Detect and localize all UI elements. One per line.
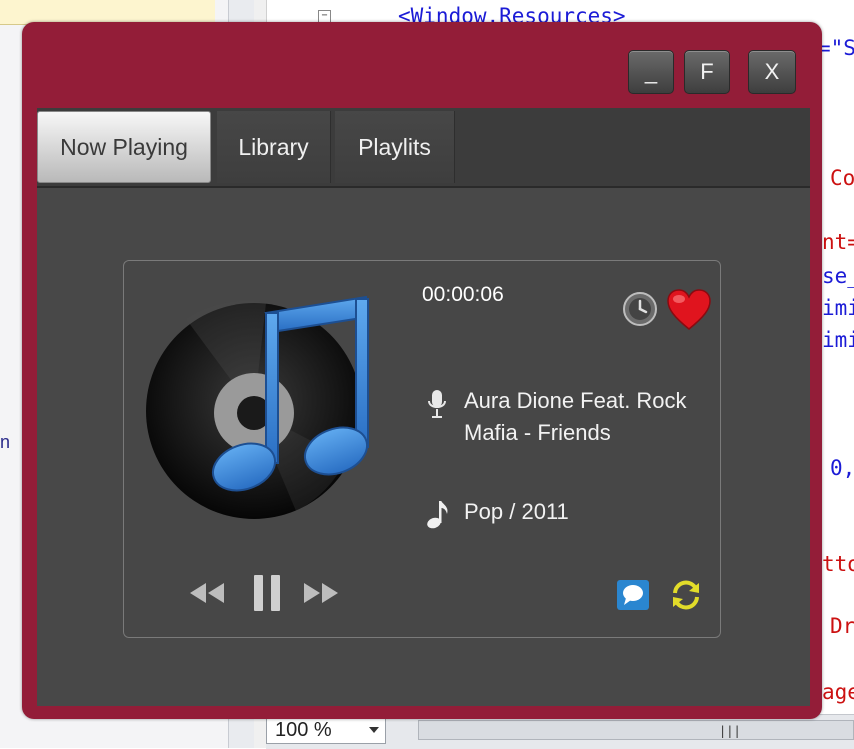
- code-line: ="S: [818, 36, 854, 60]
- track-title: Aura Dione Feat. Rock Mafia - Friends: [464, 388, 687, 445]
- zoom-value: 100 %: [275, 719, 332, 741]
- code-line: Dr: [830, 614, 854, 638]
- rewind-icon[interactable]: [188, 581, 226, 605]
- scrollbar-thumb[interactable]: |||: [719, 724, 749, 738]
- zoom-dropdown[interactable]: 100 %: [266, 716, 386, 744]
- tab-now-playing[interactable]: Now Playing: [37, 111, 211, 183]
- code-line: nt=: [822, 230, 854, 254]
- code-line: tto: [822, 552, 854, 576]
- player-client-area: Now Playing Library Playlits 00:00:06 Au…: [37, 108, 810, 706]
- tab-bar: Now Playing Library Playlits: [37, 108, 810, 188]
- microphone-icon: [428, 390, 446, 418]
- tab-playlists[interactable]: Playlits: [335, 111, 455, 183]
- tab-library[interactable]: Library: [217, 111, 331, 183]
- ide-left-text: n: [0, 432, 11, 452]
- album-art-icon: [146, 295, 370, 519]
- genre-year: Pop / 2011: [464, 499, 569, 524]
- pause-icon[interactable]: [252, 573, 282, 613]
- chat-bubble-icon[interactable]: [616, 579, 650, 611]
- music-player-window: _ F X Now Playing Library Playlits 00:00…: [22, 22, 822, 719]
- code-line: imi: [822, 328, 854, 352]
- code-line: imi: [822, 296, 854, 320]
- close-button[interactable]: X: [748, 50, 796, 94]
- fast-forward-icon[interactable]: [302, 581, 340, 605]
- now-playing-card: 00:00:06 Aura Dione Feat. Rock Mafia - F…: [123, 260, 721, 638]
- code-line: age: [822, 680, 854, 704]
- code-line: 0,: [830, 456, 854, 480]
- chevron-down-icon: [369, 727, 379, 733]
- fullscreen-button[interactable]: F: [684, 50, 730, 94]
- minimize-button[interactable]: _: [628, 50, 674, 94]
- repeat-icon[interactable]: [668, 577, 704, 613]
- heart-icon[interactable]: [666, 289, 712, 331]
- elapsed-time: 00:00:06: [422, 283, 504, 306]
- code-line: Co: [830, 166, 854, 190]
- horizontal-scrollbar[interactable]: |||: [418, 720, 854, 740]
- code-line: se_: [822, 264, 854, 288]
- clock-icon[interactable]: [622, 291, 658, 327]
- music-note-icon: [427, 501, 448, 529]
